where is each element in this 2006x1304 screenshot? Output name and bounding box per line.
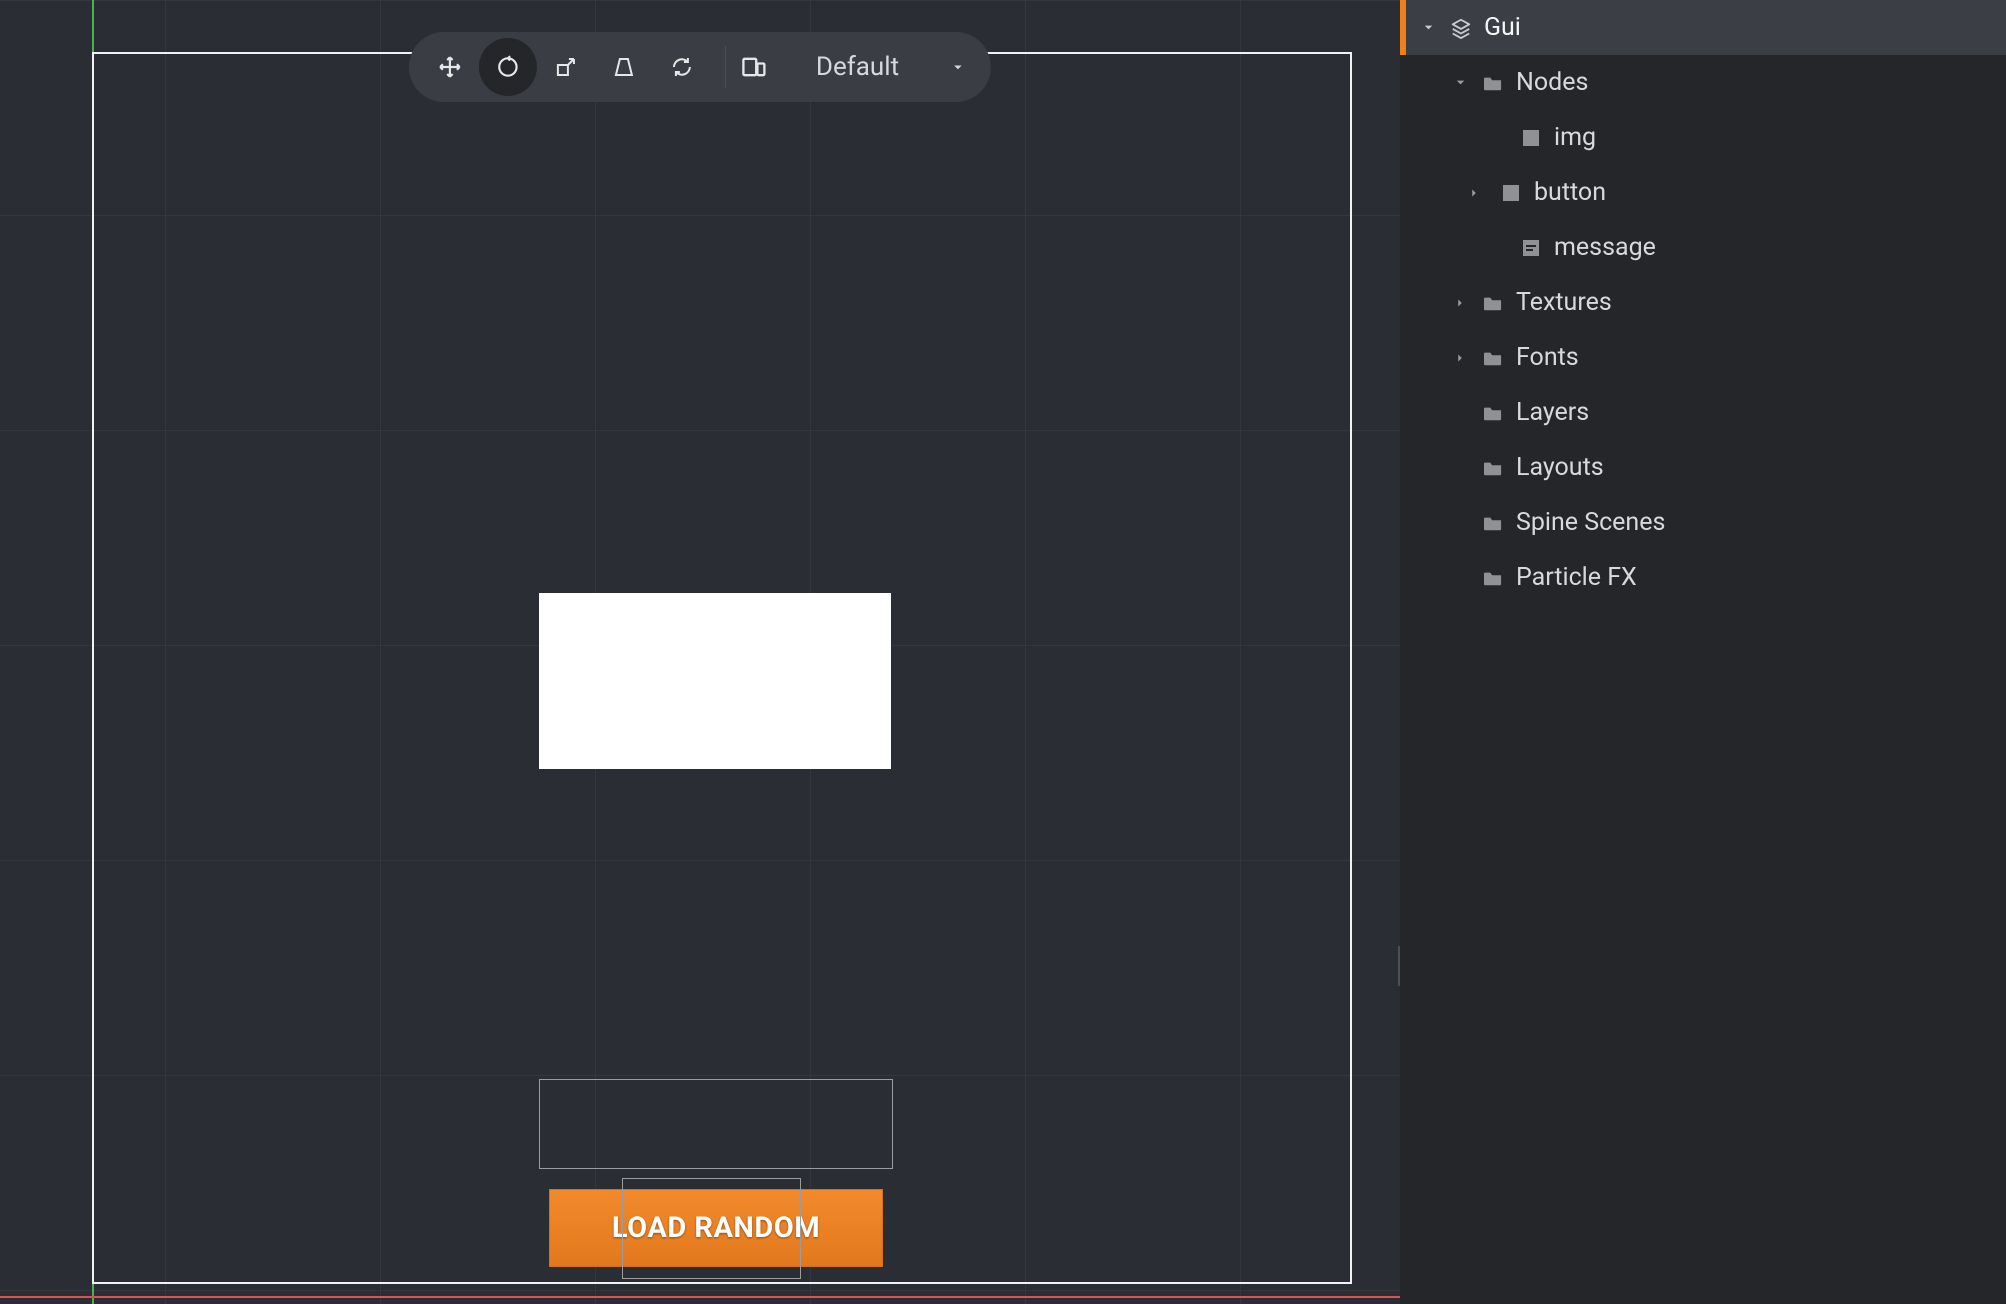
devices-icon: [740, 53, 768, 81]
folder-icon: [1480, 294, 1506, 312]
outline-item-img[interactable]: img: [1400, 110, 2006, 165]
scene-node-button-text-frame[interactable]: [622, 1178, 801, 1279]
chevron-right-icon: [1460, 186, 1488, 200]
axis-x: [0, 1296, 1400, 1298]
scene-node-img[interactable]: [539, 593, 891, 769]
tool-refresh-button[interactable]: [653, 38, 711, 96]
outline-item-textures[interactable]: Textures: [1400, 275, 2006, 330]
outline-item-spine-scenes[interactable]: Spine Scenes: [1400, 495, 2006, 550]
outline-item-gui[interactable]: Gui: [1400, 0, 2006, 55]
outline-item-layers[interactable]: Layers: [1400, 385, 2006, 440]
toolbar-separator: [725, 46, 726, 88]
outline-item-label: Textures: [1516, 288, 1612, 317]
move-icon: [437, 54, 463, 80]
outline-item-label: message: [1554, 233, 1656, 262]
rotate-icon: [495, 54, 521, 80]
layers-icon: [1448, 17, 1474, 39]
scene-node-message-frame[interactable]: [539, 1079, 893, 1169]
folder-icon: [1480, 74, 1506, 92]
scale-icon: [554, 55, 578, 79]
outline-item-label: Nodes: [1516, 68, 1588, 97]
folder-icon: [1480, 514, 1506, 532]
scene-toolbar: Default: [409, 32, 991, 102]
frustum-icon: [612, 55, 636, 79]
layout-dropdown[interactable]: Default: [740, 52, 967, 82]
tool-scale-button[interactable]: [537, 38, 595, 96]
scene-viewport[interactable]: LOAD RANDOM: [0, 0, 1400, 1304]
outline-item-layouts[interactable]: Layouts: [1400, 440, 2006, 495]
folder-icon: [1480, 569, 1506, 587]
tool-perspective-button[interactable]: [595, 38, 653, 96]
folder-icon: [1480, 459, 1506, 477]
chevron-down-icon: [949, 58, 967, 76]
chevron-down-icon: [1418, 20, 1438, 35]
outline-item-label: Layouts: [1516, 453, 1604, 482]
text-node-icon: [1518, 238, 1544, 258]
box-node-icon: [1518, 128, 1544, 148]
outline-item-message[interactable]: message: [1400, 220, 2006, 275]
outline-item-button[interactable]: button: [1400, 165, 2006, 220]
chevron-down-icon: [1450, 75, 1470, 90]
refresh-icon: [670, 55, 694, 79]
layout-dropdown-label: Default: [816, 52, 899, 82]
chevron-right-icon: [1450, 296, 1470, 310]
tool-move-button[interactable]: [421, 38, 479, 96]
tool-rotate-button[interactable]: [479, 38, 537, 96]
folder-icon: [1480, 349, 1506, 367]
outline-item-label: Fonts: [1516, 343, 1579, 372]
outline-item-label: Spine Scenes: [1516, 508, 1665, 537]
outline-item-fonts[interactable]: Fonts: [1400, 330, 2006, 385]
outline-panel[interactable]: Gui Nodes img button: [1400, 0, 2006, 1304]
chevron-right-icon: [1450, 351, 1470, 365]
outline-item-label: button: [1534, 178, 1606, 207]
outline-item-label: Particle FX: [1516, 563, 1637, 592]
box-node-icon: [1498, 183, 1524, 203]
outline-item-label: Layers: [1516, 398, 1589, 427]
outline-item-particle-fx[interactable]: Particle FX: [1400, 550, 2006, 605]
outline-item-nodes[interactable]: Nodes: [1400, 55, 2006, 110]
outline-item-label: Gui: [1484, 13, 1521, 42]
outline-item-label: img: [1554, 123, 1596, 152]
folder-icon: [1480, 404, 1506, 422]
